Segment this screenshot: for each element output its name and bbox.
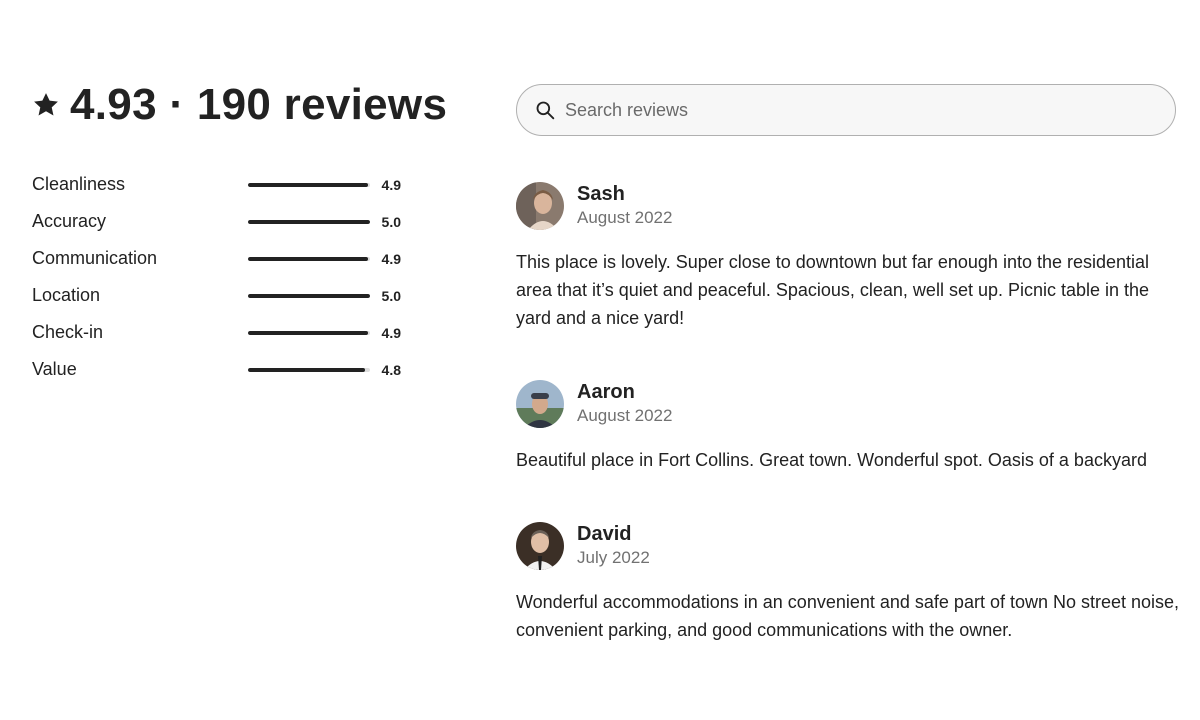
rating-row-communication: Communication 4.9: [32, 240, 404, 277]
review-date: July 2022: [577, 548, 650, 567]
search-reviews-input[interactable]: [565, 99, 1125, 121]
reviewer-name: Aaron: [577, 381, 635, 403]
rating-bar: [248, 293, 370, 298]
rating-value: 5.0: [381, 213, 401, 230]
rating-value: 4.9: [381, 324, 401, 341]
avatar[interactable]: [516, 380, 564, 428]
rating-bar: [248, 367, 370, 372]
search-icon: [536, 101, 555, 120]
rating-row-accuracy: Accuracy 5.0: [32, 203, 404, 240]
search-reviews-box[interactable]: [516, 84, 1176, 136]
rating-bar: [248, 256, 370, 261]
rating-value: 5.0: [381, 287, 401, 304]
rating-label: Check-in: [32, 322, 104, 342]
rating-bar: [248, 219, 370, 224]
avatar[interactable]: [516, 182, 564, 230]
review-text: Beautiful place in Fort Collins. Great t…: [516, 450, 1147, 470]
review-date: August 2022: [577, 406, 673, 425]
reviews-list: Sash August 2022 This place is lovely. S…: [516, 182, 1180, 692]
review-item: Aaron August 2022 Beautiful place in For…: [516, 380, 1180, 474]
category-ratings: Cleanliness 4.9 Accuracy 5.0 Communicati…: [32, 166, 404, 388]
review-text: This place is lovely. Super close to dow…: [516, 252, 1150, 328]
avatar[interactable]: [516, 522, 564, 570]
rating-summary: 4.93 · 190 reviews: [32, 80, 447, 130]
rating-label: Communication: [32, 248, 158, 268]
reviewer-name: Sash: [577, 183, 625, 205]
star-icon: [34, 93, 58, 116]
rating-value: 4.9: [381, 176, 401, 193]
rating-label: Accuracy: [32, 211, 107, 231]
review-date: August 2022: [577, 208, 673, 227]
reviews-page: 4.93 · 190 reviews Cleanliness 4.9 Accur…: [0, 0, 1200, 720]
review-header: David July 2022: [516, 522, 1180, 570]
reviewer-name: David: [577, 523, 632, 545]
review-item: Sash August 2022 This place is lovely. S…: [516, 182, 1180, 332]
review-header: Aaron August 2022: [516, 380, 1180, 428]
rating-row-cleanliness: Cleanliness 4.9: [32, 166, 404, 203]
rating-summary-text: 4.93 · 190 reviews: [70, 80, 448, 129]
rating-bar: [248, 182, 370, 187]
rating-value: 4.8: [381, 361, 401, 378]
review-item: David July 2022 Wonderful accommodations…: [516, 522, 1180, 644]
rating-bar: [248, 330, 370, 335]
rating-label: Cleanliness: [32, 174, 126, 194]
rating-row-value: Value 4.8: [32, 351, 404, 388]
rating-label: Value: [32, 359, 77, 379]
review-header: Sash August 2022: [516, 182, 1180, 230]
rating-value: 4.9: [381, 250, 401, 267]
rating-row-check-in: Check-in 4.9: [32, 314, 404, 351]
rating-label: Location: [32, 285, 101, 305]
rating-row-location: Location 5.0: [32, 277, 404, 314]
review-text: Wonderful accommodations in an convenien…: [516, 592, 1180, 640]
